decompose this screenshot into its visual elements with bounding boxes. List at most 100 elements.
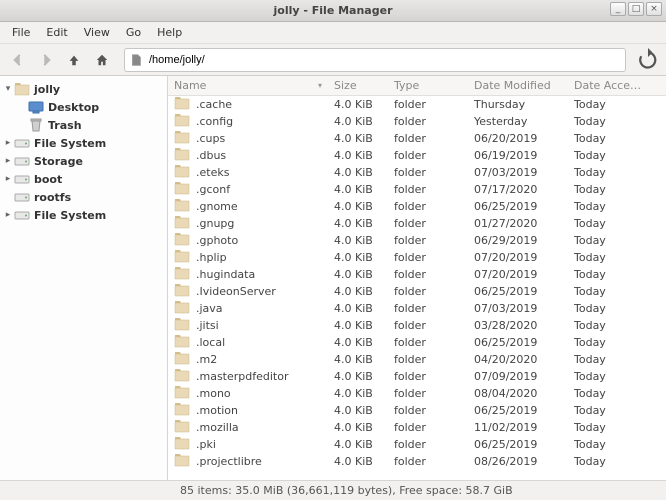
file-size: 4.0 KiB [328, 353, 388, 366]
path-input[interactable] [147, 53, 621, 67]
folder-icon [174, 249, 190, 266]
disclosure-icon[interactable]: ▸ [2, 137, 14, 149]
file-size: 4.0 KiB [328, 251, 388, 264]
file-name: .eteks [196, 166, 229, 179]
file-row[interactable]: .dbus4.0 KiBfolder06/19/2019Today [168, 147, 666, 164]
file-row[interactable]: .cache4.0 KiBfolderThursdayToday [168, 96, 666, 113]
file-row[interactable]: .gnome4.0 KiBfolder06/25/2019Today [168, 198, 666, 215]
close-button[interactable]: × [646, 2, 662, 16]
maximize-button[interactable]: □ [628, 2, 644, 16]
file-name: .hplip [196, 251, 227, 264]
file-row[interactable]: .mono4.0 KiBfolder08/04/2020Today [168, 385, 666, 402]
folder-icon [174, 419, 190, 436]
up-button[interactable] [62, 48, 86, 72]
minimize-button[interactable]: _ [610, 2, 626, 16]
menu-view[interactable]: View [76, 23, 118, 42]
file-row[interactable]: .IvideonServer4.0 KiBfolder06/25/2019Tod… [168, 283, 666, 300]
file-accessed: Today [568, 285, 648, 298]
file-name-cell: .pki [168, 436, 328, 453]
menu-file[interactable]: File [4, 23, 38, 42]
file-accessed: Today [568, 200, 648, 213]
folder-icon [174, 181, 190, 198]
drive-icon [14, 153, 30, 169]
folder-icon [174, 317, 190, 334]
file-row[interactable]: .pki4.0 KiBfolder06/25/2019Today [168, 436, 666, 453]
folder-icon [174, 96, 190, 113]
sidebar-item-desktop[interactable]: Desktop [0, 98, 167, 116]
file-accessed: Today [568, 132, 648, 145]
column-type[interactable]: Type [388, 79, 468, 92]
file-type: folder [388, 268, 468, 281]
file-row[interactable]: .projectlibre4.0 KiBfolder08/26/2019Toda… [168, 453, 666, 470]
menu-edit[interactable]: Edit [38, 23, 75, 42]
file-row[interactable]: .m24.0 KiBfolder04/20/2020Today [168, 351, 666, 368]
file-modified: 07/20/2019 [468, 268, 568, 281]
file-row[interactable]: .mozilla4.0 KiBfolder11/02/2019Today [168, 419, 666, 436]
file-name-cell: .mozilla [168, 419, 328, 436]
forward-button[interactable] [34, 48, 58, 72]
column-accessed[interactable]: Date Accessed [568, 79, 648, 92]
file-name-cell: .m2 [168, 351, 328, 368]
file-name: .jitsi [196, 319, 219, 332]
sidebar-item-rootfs[interactable]: rootfs [0, 188, 167, 206]
file-list[interactable]: .cache4.0 KiBfolderThursdayToday.config4… [168, 96, 666, 480]
file-row[interactable]: .gphoto4.0 KiBfolder06/29/2019Today [168, 232, 666, 249]
sidebar-item-file-system[interactable]: ▸File System [0, 134, 167, 152]
sidebar-item-trash[interactable]: Trash [0, 116, 167, 134]
file-row[interactable]: .local4.0 KiBfolder06/25/2019Today [168, 334, 666, 351]
file-name: .gnome [196, 200, 238, 213]
file-row[interactable]: .gnupg4.0 KiBfolder01/27/2020Today [168, 215, 666, 232]
file-modified: 04/20/2020 [468, 353, 568, 366]
file-row[interactable]: .masterpdfeditor4.0 KiBfolder07/09/2019T… [168, 368, 666, 385]
file-modified: 11/02/2019 [468, 421, 568, 434]
file-type: folder [388, 217, 468, 230]
file-type: folder [388, 200, 468, 213]
column-modified[interactable]: Date Modified [468, 79, 568, 92]
file-type: folder [388, 421, 468, 434]
sidebar[interactable]: ▾jollyDesktopTrash▸File System▸Storage▸b… [0, 76, 168, 480]
file-name: .cups [196, 132, 225, 145]
file-row[interactable]: .gconf4.0 KiBfolder07/17/2020Today [168, 181, 666, 198]
file-name-cell: .gconf [168, 181, 328, 198]
file-row[interactable]: .motion4.0 KiBfolder06/25/2019Today [168, 402, 666, 419]
sidebar-item-storage[interactable]: ▸Storage [0, 152, 167, 170]
file-type: folder [388, 438, 468, 451]
back-button[interactable] [6, 48, 30, 72]
file-accessed: Today [568, 336, 648, 349]
sidebar-item-file-system[interactable]: ▸File System [0, 206, 167, 224]
file-row[interactable]: .config4.0 KiBfolderYesterdayToday [168, 113, 666, 130]
menu-go[interactable]: Go [118, 23, 149, 42]
sidebar-item-label: boot [30, 173, 62, 186]
file-pane: Name ▾ Size Type Date Modified Date Acce… [168, 76, 666, 480]
file-name-cell: .config [168, 113, 328, 130]
file-row[interactable]: .hugindata4.0 KiBfolder07/20/2019Today [168, 266, 666, 283]
file-accessed: Today [568, 353, 648, 366]
file-type: folder [388, 336, 468, 349]
file-accessed: Today [568, 404, 648, 417]
file-modified: 03/28/2020 [468, 319, 568, 332]
menu-help[interactable]: Help [149, 23, 190, 42]
drive-icon [14, 189, 30, 205]
home-button[interactable] [90, 48, 114, 72]
column-size[interactable]: Size [328, 79, 388, 92]
disclosure-icon[interactable]: ▸ [2, 155, 14, 167]
file-size: 4.0 KiB [328, 115, 388, 128]
file-size: 4.0 KiB [328, 455, 388, 468]
location-icon [129, 53, 143, 67]
file-row[interactable]: .cups4.0 KiBfolder06/20/2019Today [168, 130, 666, 147]
file-modified: 07/03/2019 [468, 302, 568, 315]
disclosure-icon[interactable]: ▸ [2, 209, 14, 221]
disclosure-icon[interactable]: ▸ [2, 173, 14, 185]
sidebar-item-jolly[interactable]: ▾jolly [0, 80, 167, 98]
reload-button[interactable] [636, 48, 660, 72]
column-name[interactable]: Name ▾ [168, 79, 328, 92]
disclosure-icon[interactable]: ▾ [2, 83, 14, 95]
file-row[interactable]: .java4.0 KiBfolder07/03/2019Today [168, 300, 666, 317]
file-type: folder [388, 319, 468, 332]
file-row[interactable]: .jitsi4.0 KiBfolder03/28/2020Today [168, 317, 666, 334]
file-row[interactable]: .hplip4.0 KiBfolder07/20/2019Today [168, 249, 666, 266]
file-accessed: Today [568, 319, 648, 332]
file-size: 4.0 KiB [328, 217, 388, 230]
sidebar-item-boot[interactable]: ▸ boot [0, 170, 167, 188]
file-row[interactable]: .eteks4.0 KiBfolder07/03/2019Today [168, 164, 666, 181]
